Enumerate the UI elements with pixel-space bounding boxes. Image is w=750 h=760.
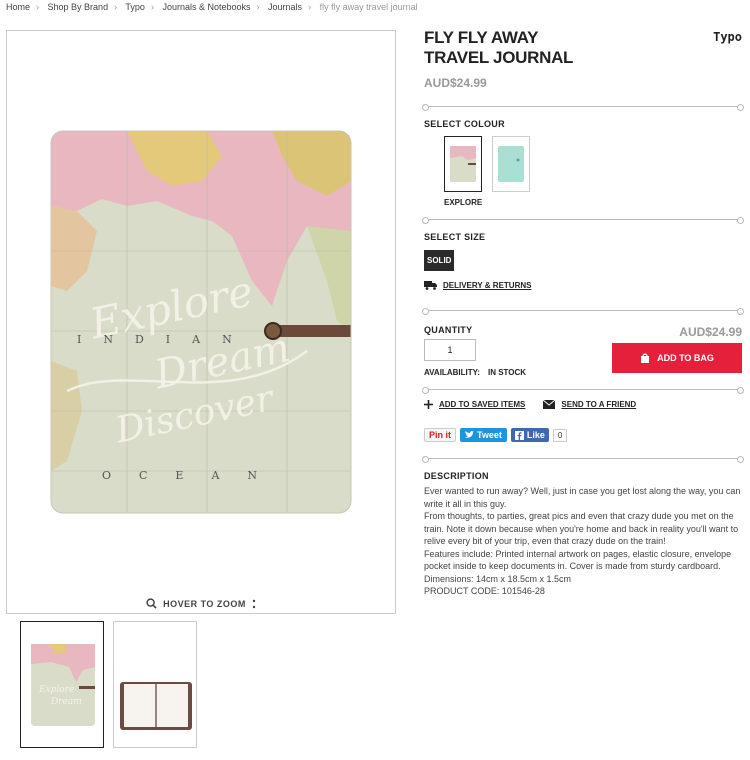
product-title: FLY FLY AWAY TRAVEL JOURNAL xyxy=(424,28,574,67)
breadcrumb-separator: › xyxy=(36,2,40,12)
truck-icon xyxy=(424,281,437,290)
facebook-icon xyxy=(514,430,524,440)
divider xyxy=(422,104,744,111)
product-price: AUD$24.99 xyxy=(424,76,487,90)
breadcrumb-shop-by-brand[interactable]: Shop By Brand xyxy=(48,2,109,12)
map-label-indian: INDIAN xyxy=(77,333,254,346)
description-body: Ever wanted to run away? Well, just in c… xyxy=(424,485,742,598)
availability-label: AVAILABILITY: xyxy=(424,368,480,377)
purchase-row: QUANTITY 1 AVAILABILITY: IN STOCK AUD$24.… xyxy=(424,325,742,377)
thumbnail-inside-image xyxy=(120,682,192,730)
breadcrumb-typo[interactable]: Typo xyxy=(125,2,145,12)
thumbnail-cover[interactable]: Explore Dream xyxy=(20,621,104,748)
bag-icon xyxy=(641,353,650,363)
like-label: Like xyxy=(526,430,545,440)
product-code: PRODUCT CODE: 101546-28 xyxy=(424,586,545,596)
swatch-mint[interactable] xyxy=(492,136,530,192)
social-share: Pin it Tweet Like 0 xyxy=(424,428,742,442)
description-paragraph: From thoughts, to parties, great pics an… xyxy=(424,511,739,546)
expand-dots-icon xyxy=(252,599,256,608)
brand-logo[interactable]: Typo xyxy=(713,30,742,44)
swatch-explore[interactable] xyxy=(444,136,482,192)
swatch-explore-image xyxy=(450,146,476,182)
facebook-like-button[interactable]: Like xyxy=(510,428,549,442)
map-label-ocean: OCEAN xyxy=(102,469,285,482)
quantity-label: QUANTITY xyxy=(424,325,473,335)
svg-text:Dream: Dream xyxy=(50,697,82,707)
secondary-actions: ADD TO SAVED ITEMS SEND TO A FRIEND xyxy=(424,400,742,409)
quantity-input[interactable]: 1 xyxy=(424,339,476,361)
delivery-returns-link[interactable]: DELIVERY & RETURNS xyxy=(424,281,742,290)
dimensions: Dimensions: 14cm x 18.5cm x 1.5cm xyxy=(424,573,572,584)
breadcrumb-journals[interactable]: Journals xyxy=(268,2,302,12)
twitter-bird-icon xyxy=(465,431,474,438)
stock-status: IN STOCK xyxy=(488,368,527,377)
add-to-bag-button[interactable]: ADD TO BAG xyxy=(612,343,742,373)
send-to-friend-label: SEND TO A FRIEND xyxy=(561,400,637,409)
product-details: FLY FLY AWAY TRAVEL JOURNAL Typo AUD$24.… xyxy=(422,28,744,598)
divider xyxy=(422,308,744,315)
send-to-friend-link[interactable]: SEND TO A FRIEND xyxy=(543,400,636,409)
add-to-saved-items-label: ADD TO SAVED ITEMS xyxy=(439,400,526,409)
select-colour-label: SELECT COLOUR xyxy=(424,119,505,129)
tweet-label: Tweet xyxy=(477,430,502,440)
breadcrumb-current: fly fly away travel journal xyxy=(319,2,418,12)
select-size-label: SELECT SIZE xyxy=(424,232,486,242)
journal-cover-image: Explore Dream Discover INDIAN OCEAN xyxy=(50,130,352,514)
breadcrumb-separator: › xyxy=(308,2,312,12)
breadcrumb: Home › Shop By Brand › Typo › Journals & No… xyxy=(6,2,418,12)
price-secondary: AUD$24.99 xyxy=(679,325,742,339)
delivery-returns-label: DELIVERY & RETURNS xyxy=(443,281,532,290)
size-option-solid[interactable]: SOLID xyxy=(424,250,455,271)
breadcrumb-separator: › xyxy=(256,2,260,12)
thumbnail-cover-image: Explore Dream xyxy=(31,644,95,726)
availability: AVAILABILITY: IN STOCK xyxy=(424,368,544,377)
description-heading: DESCRIPTION xyxy=(424,471,489,481)
breadcrumb-separator: › xyxy=(114,2,118,12)
swatch-mint-image xyxy=(498,146,524,182)
tweet-button[interactable]: Tweet xyxy=(460,428,507,442)
envelope-icon xyxy=(543,400,556,409)
zoom-hint-label: HOVER TO ZOOM xyxy=(163,598,246,609)
add-to-bag-label: ADD TO BAG xyxy=(657,353,714,363)
divider xyxy=(422,456,744,463)
description-paragraph: Features include: Printed internal artwo… xyxy=(424,548,732,572)
svg-text:Explore: Explore xyxy=(38,685,74,695)
zoom-hint: HOVER TO ZOOM xyxy=(7,598,395,609)
selected-colour-name: EXPLORE xyxy=(444,198,483,207)
plus-icon xyxy=(424,400,433,409)
description-paragraph: Ever wanted to run away? Well, just in c… xyxy=(424,486,741,509)
main-product-image[interactable]: Explore Dream Discover INDIAN OCEAN HOVE… xyxy=(6,30,396,614)
breadcrumb-journals-notebooks[interactable]: Journals & Notebooks xyxy=(162,2,250,12)
breadcrumb-home[interactable]: Home xyxy=(6,2,30,12)
pinterest-button[interactable]: Pin it xyxy=(424,428,456,442)
breadcrumb-separator: › xyxy=(150,2,154,12)
add-to-saved-items-link[interactable]: ADD TO SAVED ITEMS xyxy=(424,400,525,409)
magnifier-icon xyxy=(146,598,157,609)
divider xyxy=(422,387,744,394)
colour-swatches xyxy=(444,136,742,192)
like-count: 0 xyxy=(552,428,568,442)
divider xyxy=(422,217,744,224)
thumbnail-inside[interactable] xyxy=(113,621,197,748)
